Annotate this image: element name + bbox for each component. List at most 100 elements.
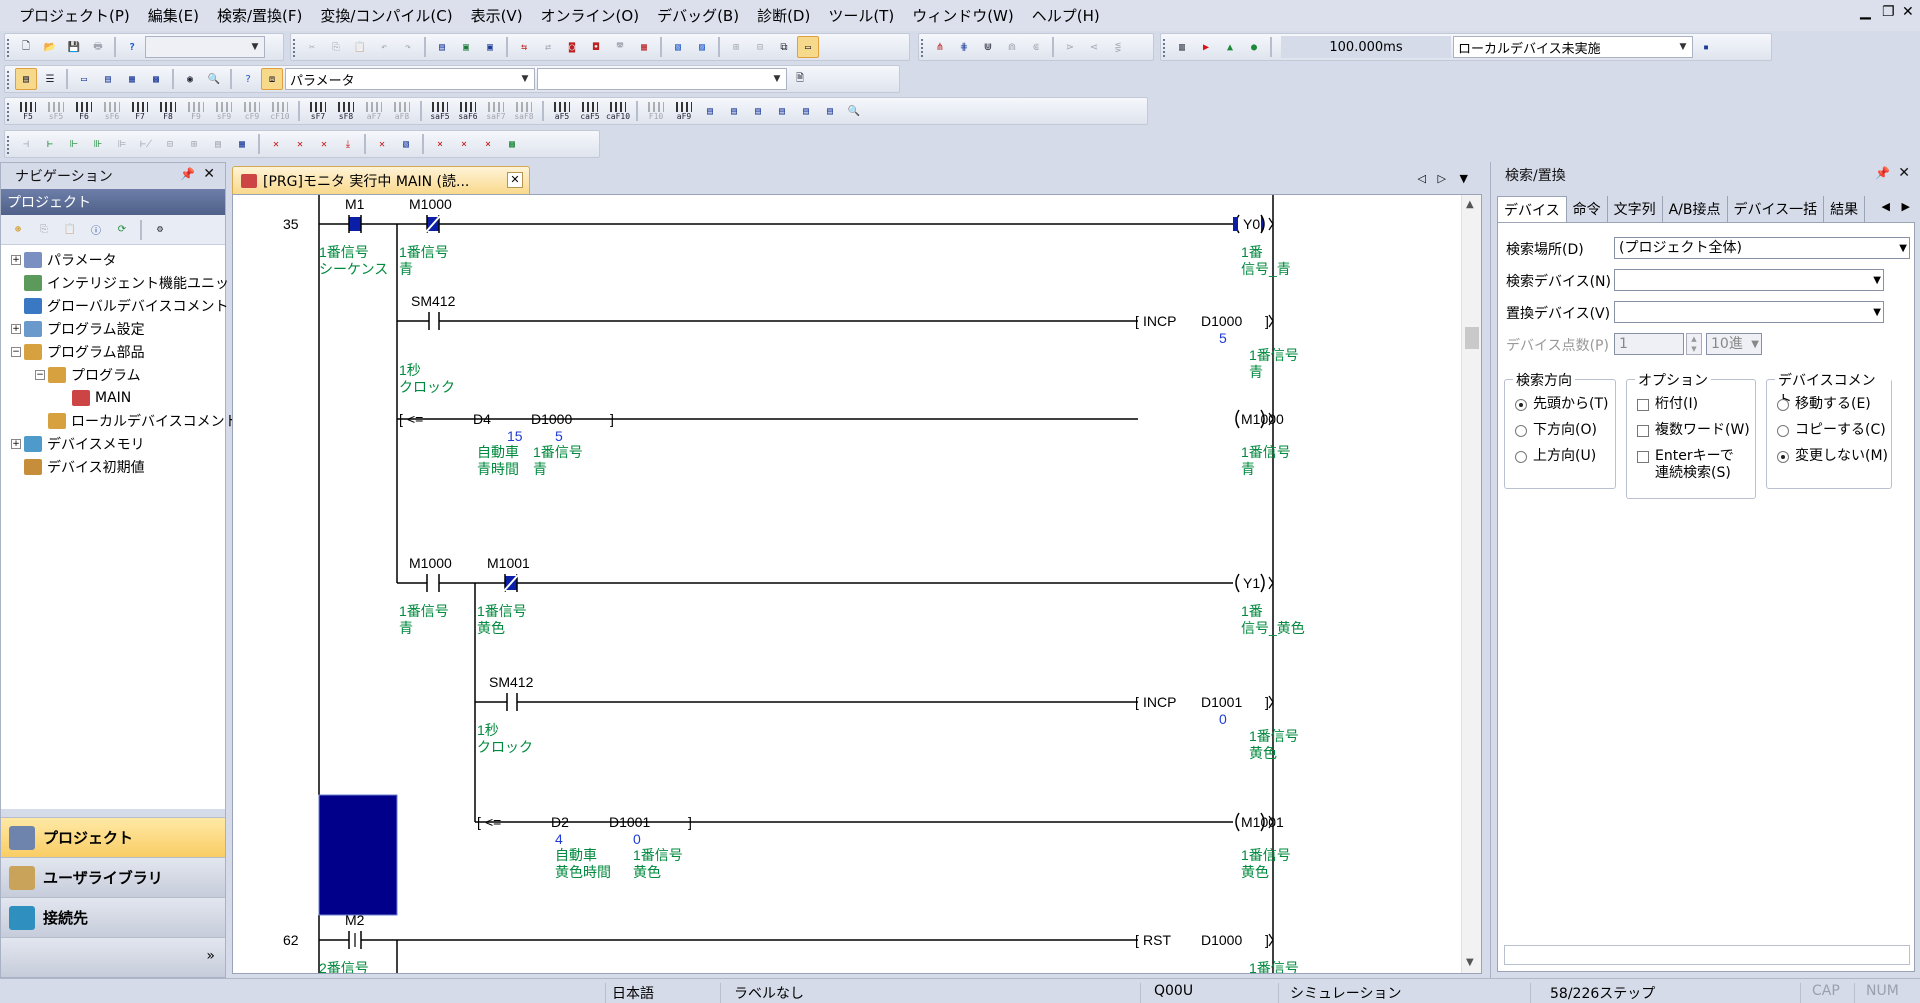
search-tab[interactable]: デバイス一括 (1728, 196, 1825, 222)
find-icon[interactable]: 🔍 (203, 68, 225, 90)
device-count-input[interactable]: 1 (1614, 333, 1684, 355)
run-icon[interactable]: ▶ (1195, 36, 1217, 58)
debug-skip-icon[interactable]: ⋒ (1001, 36, 1023, 58)
ladder-row-icon[interactable]: ⊫ (111, 133, 133, 155)
close-tab-icon[interactable]: ✕ (507, 172, 523, 188)
fkey-button[interactable]: saF5 (427, 100, 453, 122)
chevron-right-icon[interactable]: » (206, 948, 215, 964)
mon2-icon[interactable]: ▤ (723, 100, 745, 122)
ladder-cursor[interactable] (318, 794, 398, 916)
ladder-del-icon[interactable]: ✕ (265, 133, 287, 155)
standard-combo[interactable]: ▼ (145, 36, 265, 58)
expander-icon[interactable]: + (11, 439, 21, 449)
mon4-icon[interactable]: ▤ (771, 100, 793, 122)
read-plc-icon[interactable]: ▣ (479, 36, 501, 58)
fkey-button[interactable]: saF8 (511, 100, 537, 122)
contact-m1000-b[interactable] (427, 576, 439, 590)
ladder-mark3-icon[interactable]: ⨯ (477, 133, 499, 155)
expander-icon[interactable]: + (11, 255, 21, 265)
fkey-button[interactable]: F9 (183, 100, 209, 122)
zoom-icon[interactable]: 🔍 (843, 100, 865, 122)
local-device-exec-icon[interactable]: ▪ (1695, 36, 1717, 58)
close-icon[interactable]: ✕ (1902, 4, 1914, 20)
find-dev-icon[interactable]: ▤ (795, 100, 817, 122)
tree-item[interactable]: グローバルデバイスコメント (11, 295, 228, 317)
nav-toggle-icon[interactable]: ▤ (15, 68, 37, 90)
copy-icon[interactable]: ⎘ (325, 36, 347, 58)
fkey-button[interactable]: caF5 (577, 100, 603, 122)
warning-icon[interactable]: ▲ (1219, 36, 1241, 58)
tree-item[interactable]: − プログラム部品 (11, 341, 145, 363)
fkey-button[interactable]: sF5 (43, 100, 69, 122)
write-plc-icon[interactable]: ▣ (455, 36, 477, 58)
fkey-button[interactable]: F7 (127, 100, 153, 122)
search-tab[interactable]: デバイス (1497, 196, 1567, 222)
fkey-button[interactable]: sF9 (211, 100, 237, 122)
print-icon[interactable]: 🖶 (87, 36, 109, 58)
menu-item[interactable]: ウィンドウ(W) (903, 5, 1023, 26)
editor-vertical-scrollbar[interactable]: ▲ ▼ (1461, 195, 1481, 973)
coil-y1[interactable] (1235, 573, 1240, 593)
minimize-icon[interactable]: ▁ (1860, 4, 1871, 20)
search-tab[interactable]: 結果 (1824, 196, 1866, 222)
open-folder-icon[interactable]: 📂 (39, 36, 61, 58)
window-icon[interactable]: ▭ (73, 68, 95, 90)
mon3-icon[interactable]: ▤ (747, 100, 769, 122)
filter-icon[interactable]: ⚙ (149, 219, 171, 241)
local-device-combo[interactable]: ローカルデバイス未実施 ▼ (1453, 36, 1693, 58)
copy-data-icon[interactable]: ⎘ (33, 219, 55, 241)
close-panel-icon[interactable]: ✕ (1898, 165, 1910, 181)
ladder-table-icon[interactable]: ▦ (231, 133, 253, 155)
debug-partial-icon[interactable]: ⋗ (1059, 36, 1081, 58)
tree-item[interactable]: インテリジェント機能ユニット (11, 272, 243, 294)
menu-item[interactable]: 変換/コンパイル(C) (311, 5, 461, 26)
dev-test-icon[interactable]: ▨ (691, 36, 713, 58)
opt-enter-continuous[interactable]: Enterキーで 連続検索(S) (1637, 448, 1734, 482)
ladder-step-icon[interactable]: ⊪ (87, 133, 109, 155)
search-tab[interactable]: 文字列 (1608, 196, 1663, 222)
expander-icon[interactable]: + (11, 324, 21, 334)
monitor-stop-icon[interactable]: ◘ (585, 36, 607, 58)
tab-scroll-right-icon[interactable]: ▶ (1902, 200, 1910, 213)
contact-sm412-b[interactable] (507, 695, 517, 709)
save-icon[interactable]: 💾 (63, 36, 85, 58)
debug-step-icon[interactable]: ⋔ (929, 36, 951, 58)
verify-icon[interactable]: ⇄ (537, 36, 559, 58)
dev-batch2-icon[interactable]: ▩ (145, 68, 167, 90)
fkey-button[interactable]: sF7 (305, 100, 331, 122)
fkey-button[interactable]: saF6 (455, 100, 481, 122)
pin-icon[interactable]: 📌 (1875, 166, 1890, 180)
ladder-x-icon[interactable]: ✕ (371, 133, 393, 155)
monitor-write-icon[interactable]: ◚ (609, 36, 631, 58)
coil-m1001[interactable] (1235, 812, 1240, 832)
sim-pause-icon[interactable]: ⧉ (773, 36, 795, 58)
ladder-link-icon[interactable]: ⊞ (183, 133, 205, 155)
ladder-del3-icon[interactable]: ✕ (313, 133, 335, 155)
menu-item[interactable]: 編集(E) (139, 5, 208, 26)
fkey-button[interactable]: aF8 (389, 100, 415, 122)
nav-bottom-connection[interactable]: 接続先 (1, 897, 225, 937)
fkey-button[interactable]: F6 (71, 100, 97, 122)
ladder-mark1-icon[interactable]: ⨯ (429, 133, 451, 155)
fkey-button[interactable]: F5 (15, 100, 41, 122)
splitter[interactable] (1, 809, 225, 817)
redo-icon[interactable]: ↷ (397, 36, 419, 58)
property-icon[interactable]: ⓘ (85, 219, 107, 241)
ladder-mark2-icon[interactable]: ⨯ (453, 133, 475, 155)
dir-option-top[interactable]: 先頭から(T) (1515, 396, 1608, 413)
debug-jump-icon[interactable]: ⋐ (1025, 36, 1047, 58)
menu-item[interactable]: ヘルプ(H) (1023, 5, 1109, 26)
fkey-button[interactable]: aF5 (549, 100, 575, 122)
list-icon[interactable]: ☰ (39, 68, 61, 90)
fkey-button[interactable]: F8 (155, 100, 181, 122)
coil-m1000[interactable] (1235, 409, 1240, 429)
paste-icon[interactable]: 📋 (349, 36, 371, 58)
contact-sm412-a[interactable] (429, 314, 439, 328)
fkey-button[interactable]: cF10 (267, 100, 293, 122)
tree-item[interactable]: + デバイスメモリ (11, 433, 145, 455)
sim-stop-icon[interactable]: ⊟ (749, 36, 771, 58)
new-file-icon[interactable]: 🗋 (15, 36, 37, 58)
tab-main-program[interactable]: [PRG]モニタ 実行中 MAIN (読... ✕ (232, 166, 530, 194)
ladder-branch-icon[interactable]: ⊩ (63, 133, 85, 155)
location-combo[interactable]: (プロジェクト全体) ▼ (1614, 237, 1910, 259)
